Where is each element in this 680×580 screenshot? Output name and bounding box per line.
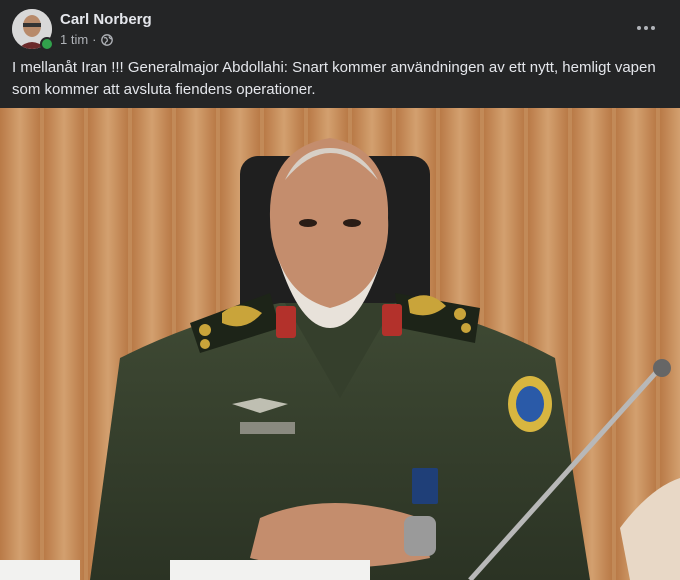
online-status-dot bbox=[40, 37, 54, 51]
paper-center bbox=[170, 560, 370, 580]
meta-separator: · bbox=[92, 32, 97, 47]
post-meta: 1 tim · bbox=[60, 32, 113, 47]
military-officer-photo bbox=[0, 108, 680, 580]
globe-icon[interactable] bbox=[100, 33, 113, 46]
post-photo[interactable] bbox=[0, 108, 680, 580]
post-timestamp[interactable]: 1 tim bbox=[60, 32, 88, 47]
post-body-text: I mellanåt Iran !!! Generalmajor Abdolla… bbox=[12, 59, 656, 98]
more-options-button[interactable] bbox=[628, 14, 664, 42]
more-options-icon bbox=[637, 26, 655, 30]
id-badge bbox=[412, 468, 438, 504]
feed-post: Carl Norberg 1 tim · I mellanåt Iran !!!… bbox=[0, 0, 680, 580]
name-tag bbox=[240, 422, 295, 434]
right-collar-tab bbox=[382, 304, 402, 336]
watch bbox=[404, 516, 436, 556]
left-collar-tab bbox=[276, 306, 296, 338]
paper-left bbox=[0, 560, 80, 580]
post-header: Carl Norberg 1 tim · bbox=[0, 0, 680, 56]
author-name[interactable]: Carl Norberg bbox=[60, 11, 152, 28]
